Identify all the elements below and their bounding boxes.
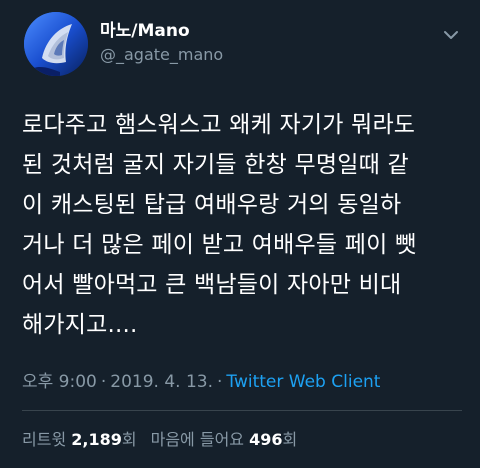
tweet-text-line: 해가지고.... [22, 312, 138, 338]
tweet-time[interactable]: 오후 9:00 [22, 372, 97, 392]
tweet-header: 마노/Mano @_agate_mano [18, 12, 462, 78]
tweet-text-line: 거나 더 많은 페이 받고 여배우들 페이 뺏 [22, 232, 417, 258]
tweet-stats: 리트윗 2,189회 마음에 들어요 496회 [22, 428, 297, 452]
author-display-name[interactable]: 마노/Mano [100, 20, 223, 42]
likes-count: 496 [249, 430, 283, 449]
author-handle[interactable]: @_agate_mano [100, 44, 223, 66]
tweet-text-line: 로다주고 햄스워스고 왜케 자기가 뭐라도 [22, 112, 416, 138]
retweets-count: 2,189 [71, 430, 122, 449]
likes-suffix: 회 [282, 430, 298, 449]
retweets-stat[interactable]: 리트윗 2,189회 [22, 430, 137, 449]
tweet-text-line: 어서 빨아먹고 큰 백남들이 자아만 비대 [22, 272, 402, 298]
tweet-source-link[interactable]: Twitter Web Client [226, 372, 380, 392]
tweet-meta: 오후 9:00 · 2019. 4. 13. · Twitter Web Client [22, 370, 380, 394]
tweet-text-line: 된 것처럼 굴지 자기들 한창 무명일때 같 [22, 152, 409, 178]
tweet-card: 마노/Mano @_agate_mano 로다주고 햄스워스고 왜케 자기가 뭐… [0, 0, 480, 468]
divider [22, 410, 462, 411]
retweets-suffix: 회 [121, 430, 137, 449]
likes-stat[interactable]: 마음에 들어요 496회 [151, 430, 298, 449]
chevron-down-icon[interactable] [440, 24, 462, 46]
meta-separator: · [217, 372, 223, 392]
retweets-label: 리트윗 [22, 430, 67, 449]
author-names: 마노/Mano @_agate_mano [100, 20, 223, 66]
tweet-date[interactable]: 2019. 4. 13. [110, 372, 213, 392]
likes-label: 마음에 들어요 [150, 430, 245, 449]
agate-avatar-icon [24, 12, 88, 76]
avatar[interactable] [24, 12, 88, 76]
tweet-text: 로다주고 햄스워스고 왜케 자기가 뭐라도 된 것처럼 굴지 자기들 한창 무명… [22, 105, 462, 345]
tweet-text-line: 이 캐스팅된 탑급 여배우랑 거의 동일하 [22, 192, 402, 218]
meta-separator: · [100, 372, 107, 392]
